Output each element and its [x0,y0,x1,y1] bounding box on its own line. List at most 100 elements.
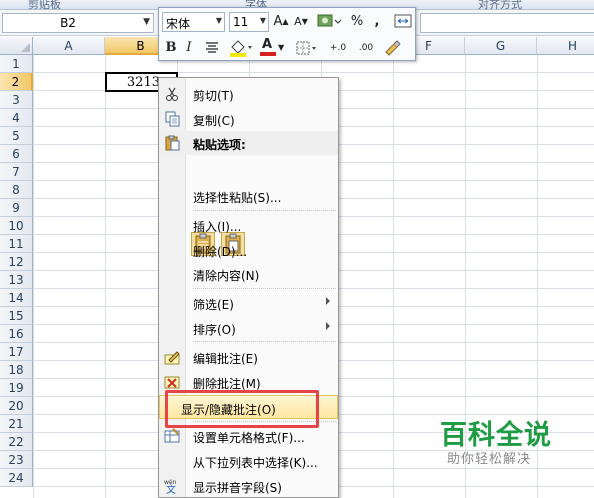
column-header-g[interactable]: G [465,37,537,55]
menu-item-label: 从下拉列表中选择(K)... [193,456,318,470]
borders-icon [296,41,316,55]
accounting-format-button[interactable] [314,12,344,32]
comma-style-button[interactable]: , [368,12,386,32]
borders-button[interactable] [293,38,321,58]
cell-value: 3213 [126,75,160,90]
merge-center-button[interactable] [392,12,414,32]
row-header[interactable]: 6 [0,145,33,163]
merge-center-icon [394,14,412,28]
row-header[interactable]: 1 [0,55,33,73]
center-align-button[interactable] [201,38,223,58]
menu-item-label: 删除(D)... [193,245,248,259]
formula-input[interactable] [420,13,594,33]
menu-item-label: 粘贴选项: [193,138,246,152]
row-header[interactable]: 12 [0,253,33,271]
row-header[interactable]: 3 [0,91,33,109]
menu-separator [193,288,336,289]
row-header[interactable]: 15 [0,307,33,325]
watermark-title: 百科全说 [440,420,552,451]
shrink-font-icon: A [294,15,302,28]
chevron-down-icon: ▼ [278,43,285,52]
row-header[interactable]: 16 [0,325,33,343]
percent-style-button[interactable]: % [348,12,366,32]
menu-item-paste-special[interactable]: 选择性粘贴(S)... [159,184,338,208]
row-header[interactable]: 23 [0,451,33,469]
font-size-value: 11 [233,15,249,29]
format-cells-icon [164,428,180,443]
row-header[interactable]: 13 [0,271,33,289]
font-color-swatch [260,52,276,56]
column-header-h[interactable]: H [537,37,594,55]
submenu-arrow-icon [326,297,330,305]
font-name-select[interactable]: 宋体 ▼ [162,12,225,32]
grow-font-button[interactable]: A▲ [272,12,290,32]
italic-button[interactable]: I [180,38,198,58]
menu-item-label: 复制(C) [193,114,235,128]
row-header[interactable]: 21 [0,415,33,433]
menu-item-label: 插入(I)... [193,220,242,234]
name-box-value: B2 [60,16,76,30]
accounting-format-icon [317,14,342,27]
font-color-button[interactable]: A ▼ [259,37,287,58]
menu-item-label: 筛选(E) [193,298,234,312]
chevron-down-icon: ▼ [259,16,266,25]
row-header[interactable]: 10 [0,217,33,235]
row-header[interactable]: 11 [0,235,33,253]
fill-color-icon [230,40,252,57]
menu-item-pick-from-list[interactable]: 从下拉列表中选择(K)... [159,449,338,473]
menu-item-label: 排序(O) [193,323,236,337]
menu-item-filter[interactable]: 筛选(E) [159,291,338,315]
paste-icon [165,135,180,151]
svg-text:文: 文 [166,483,176,494]
phonetic-icon: wén 文 [164,479,177,494]
menu-item-cut[interactable]: 剪切(T) [159,82,338,106]
bold-button[interactable]: B [162,38,180,58]
menu-header-paste-options: 粘贴选项: [159,131,338,155]
decrease-decimal-button[interactable]: .00 [353,38,379,58]
row-header[interactable]: 7 [0,163,33,181]
watermark-subtitle: 助你轻松解决 [447,452,532,467]
menu-item-label: 编辑批注(E) [193,352,258,366]
row-header[interactable]: 20 [0,397,33,415]
row-header[interactable]: 4 [0,109,33,127]
row-header[interactable]: 18 [0,361,33,379]
menu-item-copy[interactable]: 复制(C) [159,107,338,131]
shrink-font-button[interactable]: A▼ [292,12,310,32]
menu-item-edit-comment[interactable]: 编辑批注(E) [159,345,338,369]
menu-item-label: 剪切(T) [193,89,234,103]
row-header[interactable]: 9 [0,199,33,217]
font-name-value: 宋体 [166,17,191,31]
copy-icon [165,111,180,127]
chevron-down-icon: ▼ [215,16,222,25]
row-header[interactable]: 22 [0,433,33,451]
menu-item-insert[interactable]: 插入(I)... [159,213,338,237]
mini-toolbar: 宋体 ▼ 11 ▼ A▲ A▼ % , B I A ▼ +.0 .00 [158,7,416,61]
row-header[interactable]: 8 [0,181,33,199]
increase-decimal-button[interactable]: +.0 [325,38,351,58]
highlight-annotation-box [165,390,319,428]
font-size-select[interactable]: 11 ▼ [229,12,269,32]
name-box[interactable]: B2 ▼ [2,13,154,33]
fill-color-button[interactable] [227,38,255,58]
row-header[interactable]: 5 [0,127,33,145]
align-center-icon [206,42,218,53]
menu-item-delete[interactable]: 删除(D)... [159,238,338,262]
menu-item-label: 清除内容(N) [193,269,260,283]
menu-item-show-phonetic[interactable]: wén 文 显示拼音字段(S) [159,474,338,498]
menu-item-clear-contents[interactable]: 清除内容(N) [159,262,338,286]
menu-separator [193,341,336,342]
select-all-button[interactable] [0,37,33,55]
menu-item-sort[interactable]: 排序(O) [159,316,338,340]
edit-comment-icon [164,351,180,365]
format-painter-button[interactable] [381,38,403,58]
menu-separator [193,210,336,211]
chevron-down-icon[interactable]: ▼ [143,17,150,27]
row-header[interactable]: 19 [0,379,33,397]
format-painter-icon [385,40,401,56]
row-header[interactable]: 24 [0,469,33,487]
row-header[interactable]: 14 [0,289,33,307]
column-header-a[interactable]: A [33,37,105,55]
scissors-icon [166,87,178,101]
row-header[interactable]: 2 [0,73,33,91]
row-header[interactable]: 17 [0,343,33,361]
